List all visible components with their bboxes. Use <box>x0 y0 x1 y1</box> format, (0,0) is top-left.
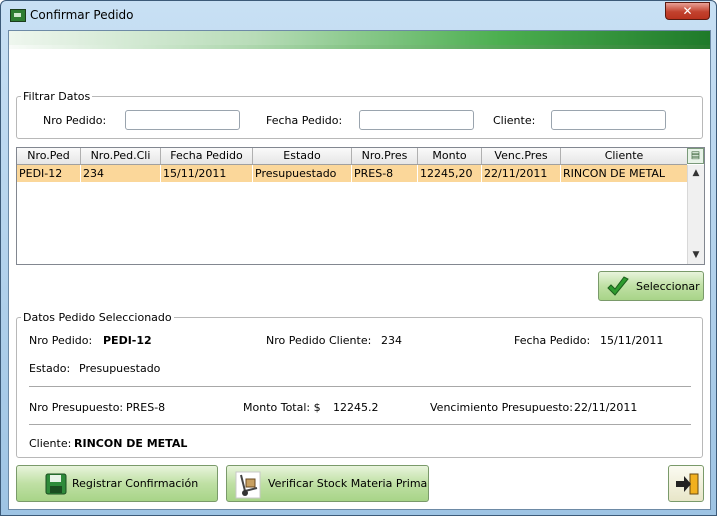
scroll-up-arrow-icon[interactable]: ▲ <box>688 165 704 181</box>
column-header-nro-ped[interactable]: Nro.Ped <box>17 148 81 164</box>
column-header-nro-pres[interactable]: Nro.Pres <box>352 148 418 164</box>
detail-nro-pedido-value: PEDI-12 <box>103 334 152 347</box>
detail-nro-presupuesto-value: PRES-8 <box>126 401 166 414</box>
table-cell: Presupuestado <box>253 165 352 182</box>
detail-nro-pedido-cliente-label: Nro Pedido Cliente: <box>266 334 372 347</box>
detail-cliente-label: Cliente: <box>29 437 72 450</box>
table-cell: PRES-8 <box>352 165 418 182</box>
detail-monto-total-label: Monto Total: $ <box>243 401 321 414</box>
window-title: Confirmar Pedido <box>30 8 134 22</box>
table-cell: 234 <box>81 165 161 182</box>
detail-cliente-value: RINCON DE METAL <box>74 437 188 450</box>
table-cell: 12245,20 <box>418 165 482 182</box>
table-cell: 15/11/2011 <box>161 165 253 182</box>
seleccionar-button[interactable]: Seleccionar <box>598 271 704 301</box>
app-icon <box>10 9 26 22</box>
table-cell: PEDI-12 <box>17 165 81 182</box>
registrar-confirmacion-label: Registrar Confirmación <box>72 477 199 490</box>
table-row[interactable]: PEDI-12 234 15/11/2011 Presupuestado PRE… <box>17 165 687 182</box>
column-header-cliente[interactable]: Cliente <box>561 148 687 164</box>
detail-fecha-pedido-label: Fecha Pedido: <box>514 334 591 347</box>
filter-legend: Filtrar Datos <box>23 90 91 103</box>
confirmar-pedido-window: Confirmar Pedido ✕ Filtrar Datos Nro Ped… <box>0 0 717 516</box>
save-disk-icon <box>45 473 67 495</box>
filter-fecha-pedido-input[interactable] <box>359 110 474 130</box>
column-header-estado[interactable]: Estado <box>253 148 352 164</box>
column-header-venc-pres[interactable]: Venc.Pres <box>482 148 561 164</box>
detail-fecha-pedido-value: 15/11/2011 <box>600 334 664 347</box>
hand-truck-icon <box>235 471 261 499</box>
client-area: Filtrar Datos Nro Pedido: Fecha Pedido: … <box>8 30 711 510</box>
exit-arrow-icon <box>676 473 699 495</box>
filter-cliente-input[interactable] <box>551 110 666 130</box>
details-separator <box>29 386 691 387</box>
detail-estado-value: Presupuestado <box>79 362 161 375</box>
pedidos-table[interactable]: Nro.Ped Nro.Ped.Cli Fecha Pedido Estado … <box>16 147 705 265</box>
details-legend: Datos Pedido Seleccionado <box>23 311 172 324</box>
header-banner <box>9 31 710 49</box>
title-bar[interactable]: Confirmar Pedido ✕ <box>1 1 716 29</box>
verificar-stock-label: Verificar Stock Materia Prima <box>268 477 428 490</box>
column-header-nro-ped-cli[interactable]: Nro.Ped.Cli <box>81 148 161 164</box>
detail-nro-presupuesto-label: Nro Presupuesto: <box>29 401 124 414</box>
detail-nro-pedido-label: Nro Pedido: <box>29 334 93 347</box>
detail-vencimiento-value: 22/11/2011 <box>574 401 638 414</box>
filter-fecha-pedido-label: Fecha Pedido: <box>266 114 343 127</box>
details-separator <box>29 424 691 425</box>
registrar-confirmacion-button[interactable]: Registrar Confirmación <box>16 465 218 502</box>
filter-cliente-label: Cliente: <box>493 114 536 127</box>
column-header-fecha-pedido[interactable]: Fecha Pedido <box>161 148 253 164</box>
table-vertical-scrollbar[interactable]: ▲ ▼ <box>687 165 704 264</box>
verificar-stock-button[interactable]: Verificar Stock Materia Prima <box>226 465 429 502</box>
column-header-monto[interactable]: Monto <box>418 148 482 164</box>
filter-nro-pedido-label: Nro Pedido: <box>43 114 107 127</box>
table-header: Nro.Ped Nro.Ped.Cli Fecha Pedido Estado … <box>17 148 687 165</box>
filter-nro-pedido-input[interactable] <box>125 110 240 130</box>
close-button[interactable]: ✕ <box>665 2 710 20</box>
detail-vencimiento-label: Vencimiento Presupuesto: <box>430 401 573 414</box>
detail-estado-label: Estado: <box>29 362 71 375</box>
table-cell: 22/11/2011 <box>482 165 561 182</box>
detail-nro-pedido-cliente-value: 234 <box>381 334 402 347</box>
detail-monto-total-value: 12245.2 <box>333 401 379 414</box>
seleccionar-label: Seleccionar <box>636 280 700 293</box>
exit-button[interactable] <box>668 465 704 502</box>
scroll-down-arrow-icon[interactable]: ▼ <box>688 247 704 263</box>
checkmark-icon <box>607 276 629 296</box>
table-cell: RINCON DE METAL <box>563 167 666 180</box>
column-chooser-icon[interactable]: ▤ <box>687 148 704 164</box>
